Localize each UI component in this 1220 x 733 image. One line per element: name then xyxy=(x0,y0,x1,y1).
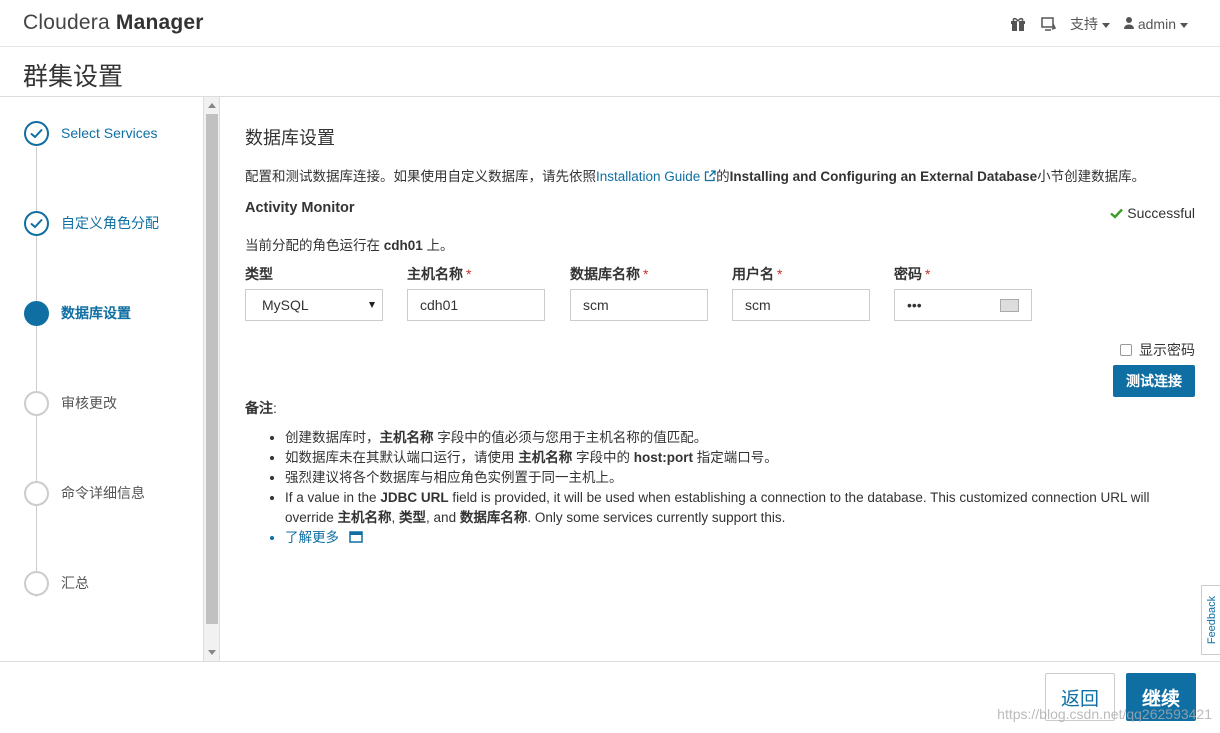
field-label: 类型 xyxy=(245,266,273,282)
field-user: 用户名 * scm xyxy=(732,264,870,321)
database-setup-content: 数据库设置 配置和测试数据库连接。如果使用自定义数据库，请先依照Installa… xyxy=(245,97,1195,661)
step-connector-pending xyxy=(36,327,37,597)
list-item: If a value in the JDBC URL field is prov… xyxy=(285,488,1185,528)
section-description: 配置和测试数据库连接。如果使用自定义数据库，请先依照Installation G… xyxy=(245,169,1146,184)
field-label: 密码 * xyxy=(894,266,931,282)
parcel-icon[interactable] xyxy=(1040,16,1057,32)
check-circle-icon xyxy=(24,210,49,236)
chevron-down-icon xyxy=(1180,22,1188,28)
steps-scrollbar[interactable] xyxy=(204,97,220,661)
wizard-step-label: 审核更改 xyxy=(61,395,117,411)
pending-step-icon xyxy=(24,390,49,416)
hostname-input[interactable]: cdh01 xyxy=(407,289,545,321)
wizard-step-label: 自定义角色分配 xyxy=(61,215,159,231)
wizard-step-label: 命令详细信息 xyxy=(61,485,145,501)
gift-icon[interactable] xyxy=(1010,16,1026,32)
wizard-steps: Select Services 自定义角色分配 数据库设置 审核更改 命令详细信… xyxy=(0,97,204,661)
active-step-icon xyxy=(24,300,49,326)
external-link-icon xyxy=(704,170,716,182)
brand-logo[interactable]: Cloudera Manager xyxy=(23,11,204,35)
wizard-step-role-assignment[interactable]: 自定义角色分配 xyxy=(24,210,159,236)
chevron-down-icon xyxy=(1101,22,1110,28)
page-title: 群集设置 xyxy=(23,63,124,91)
wizard-step-label: 汇总 xyxy=(61,575,89,591)
installation-guide-link[interactable]: Installation Guide xyxy=(596,169,716,184)
list-item: 创建数据库时，主机名称 字段中的值必须与您用于主机名称的值匹配。 xyxy=(285,428,1185,448)
scroll-down-icon[interactable] xyxy=(208,650,216,655)
check-icon xyxy=(1110,208,1124,219)
wizard-step-review-changes: 审核更改 xyxy=(24,390,117,416)
wizard-step-select-services[interactable]: Select Services xyxy=(24,120,157,146)
watermark-text: https://blog.csdn.net/qq262593421 xyxy=(997,706,1212,722)
activity-monitor-title: Activity Monitor xyxy=(245,200,355,216)
dropdown-arrow-icon xyxy=(369,302,375,308)
list-item: 了解更多 xyxy=(285,528,1185,548)
list-item: 强烈建议将各个数据库与相应角色实例置于同一主机上。 xyxy=(285,468,1185,488)
field-password: 密码 * ••• xyxy=(894,264,1032,321)
wizard-step-label: 数据库设置 xyxy=(61,305,131,321)
scrollbar-thumb[interactable] xyxy=(206,114,218,624)
check-circle-icon xyxy=(24,120,49,146)
pending-step-icon xyxy=(24,480,49,506)
top-navbar: Cloudera Manager 支持 admin xyxy=(0,0,1220,47)
learn-more-link[interactable]: 了解更多 xyxy=(285,530,363,545)
feedback-tab[interactable]: Feedback xyxy=(1201,585,1220,655)
window-icon xyxy=(349,531,363,543)
list-item: 如数据库未在其默认端口运行，请使用 主机名称 字段中的 host:port 指定… xyxy=(285,448,1185,468)
database-type-select[interactable]: MySQL xyxy=(245,289,383,321)
support-menu[interactable]: 支持 xyxy=(1070,14,1110,34)
keyboard-icon xyxy=(1000,299,1019,312)
field-dbname: 数据库名称 * scm xyxy=(570,264,708,321)
notes-list: 创建数据库时，主机名称 字段中的值必须与您用于主机名称的值匹配。 如数据库未在其… xyxy=(285,428,1185,548)
field-label: 主机名称 * xyxy=(407,266,472,282)
pending-step-icon xyxy=(24,570,49,596)
test-connection-button[interactable]: 测试连接 xyxy=(1113,365,1195,397)
user-menu[interactable]: admin xyxy=(1123,16,1188,32)
notes-title: 备注: xyxy=(245,400,277,416)
top-nav: 支持 admin xyxy=(1010,14,1188,34)
user-icon xyxy=(1123,17,1134,29)
wizard-step-label: Select Services xyxy=(61,125,158,141)
scroll-up-icon[interactable] xyxy=(208,103,216,108)
wizard-panel: Select Services 自定义角色分配 数据库设置 审核更改 命令详细信… xyxy=(0,96,1220,662)
password-input[interactable]: ••• xyxy=(894,289,1032,321)
wizard-step-command-details: 命令详细信息 xyxy=(24,480,145,506)
field-host: 主机名称 * cdh01 xyxy=(407,264,545,321)
wizard-step-summary: 汇总 xyxy=(24,570,89,596)
show-password-toggle[interactable]: 显示密码 xyxy=(1120,340,1195,360)
database-name-input[interactable]: scm xyxy=(570,289,708,321)
field-label: 数据库名称 * xyxy=(570,266,649,282)
wizard-step-database-setup[interactable]: 数据库设置 xyxy=(24,300,131,326)
username-input[interactable]: scm xyxy=(732,289,870,321)
assigned-host-text: 当前分配的角色运行在 cdh01 上。 xyxy=(245,238,454,253)
connection-status: Successful xyxy=(1110,205,1195,221)
field-label: 用户名 * xyxy=(732,266,783,282)
show-password-checkbox[interactable] xyxy=(1120,344,1132,356)
field-type: 类型 MySQL xyxy=(245,264,383,321)
section-title: 数据库设置 xyxy=(245,128,335,148)
